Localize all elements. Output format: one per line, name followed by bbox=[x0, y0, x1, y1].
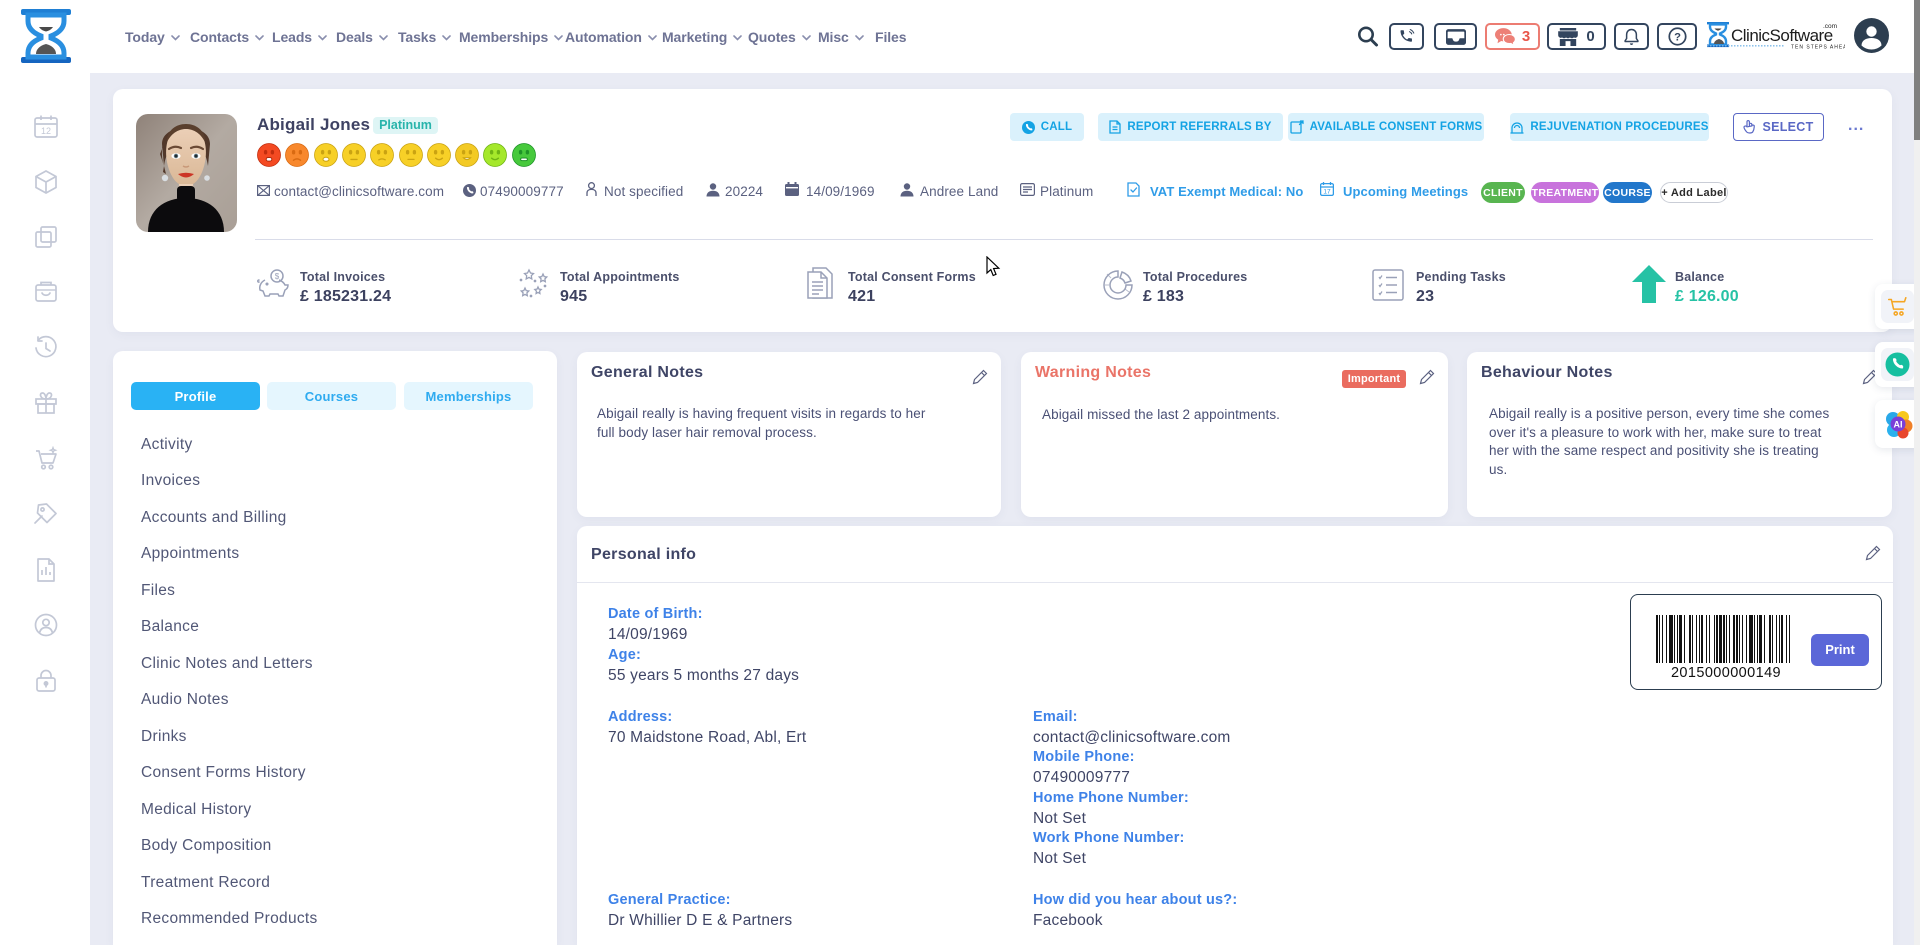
svg-text:AI: AI bbox=[1894, 420, 1903, 430]
svg-text:ClinicSoftware: ClinicSoftware bbox=[1731, 26, 1833, 45]
svg-text:TEN STEPS AHEAD: TEN STEPS AHEAD bbox=[1791, 45, 1845, 51]
svg-text:17: 17 bbox=[1323, 189, 1331, 196]
svg-text:12: 12 bbox=[41, 126, 51, 136]
svg-text:?: ? bbox=[1674, 31, 1681, 43]
svg-text:.com: .com bbox=[1823, 23, 1837, 30]
svg-text:$: $ bbox=[275, 272, 280, 281]
